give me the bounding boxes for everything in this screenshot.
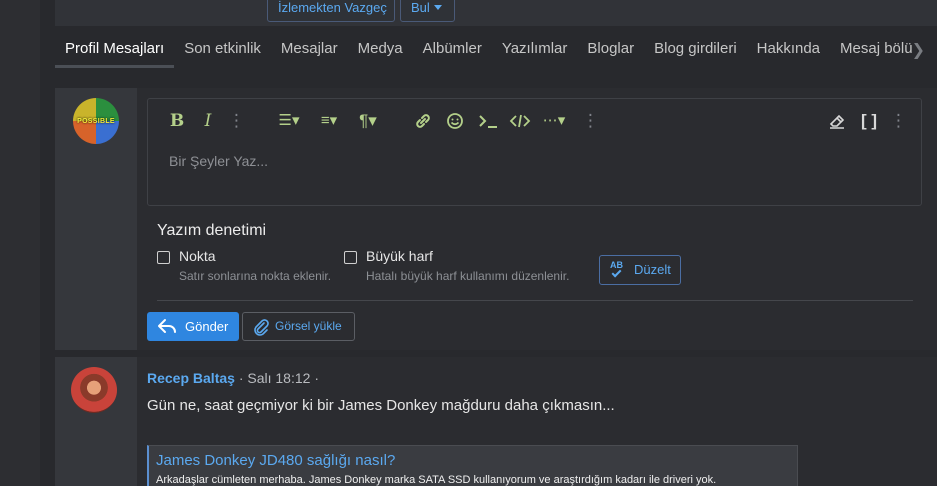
profile-header-bottom: İzlemekten Vazgeç Bul [55,0,937,26]
divider [157,300,913,301]
paperclip-icon [254,319,269,336]
send-button[interactable]: Gönder [147,312,239,341]
tab-software[interactable]: Yazılımlar [492,30,578,68]
author-link[interactable]: Recep Baltaş [147,370,235,386]
left-sidebar-strip [0,0,40,486]
tab-message-section[interactable]: Mesaj bölü [830,30,923,68]
caret-down-icon [433,5,442,10]
link-preview-title[interactable]: James Donkey JD480 sağlığı nasıl? [156,452,395,469]
avatar[interactable]: POSSIBLE [73,98,119,144]
tab-albums[interactable]: Albümler [413,30,492,68]
more-options-icon[interactable]: ⋯▾ [538,109,570,133]
link-preview-text: Arkadaşlar cümleten merhaba. James Donke… [156,474,717,486]
period-label: Nokta [179,248,216,264]
find-button[interactable]: Bul [400,0,455,22]
post-text: Gün ne, saat geçmiyor ki bir James Donke… [147,397,615,414]
tab-blogs[interactable]: Bloglar [577,30,644,68]
tab-recent-activity[interactable]: Son etkinlik [174,30,271,68]
unwatch-button[interactable]: İzlemekten Vazgeç [267,0,395,22]
profile-tabs: Profil Mesajları Son etkinlik Mesajlar M… [55,30,937,68]
capitalization-label: Büyük harf [366,248,433,264]
find-button-label: Bul [411,0,430,15]
rich-text-editor[interactable]: B I ⋮ ☰▾ ≡▾ ¶▾ ⋯▾ ⋮ [] ⋮ Bir Şeyler Yaz… [147,98,922,206]
period-hint: Satır sonlarına nokta eklenir. [179,269,332,283]
brackets-icon[interactable]: [ ] [858,109,880,133]
profile-page: İzlemekten Vazgeç Bul Profil Mesajları S… [55,0,937,486]
fix-button[interactable]: AB Düzelt [599,255,681,285]
more-vertical-icon[interactable]: ⋮ [228,109,245,133]
post-time[interactable]: · Salı 18:12 · [235,370,319,386]
post-meta: Recep Baltaş · Salı 18:12 · [147,370,319,386]
composer-body: B I ⋮ ☰▾ ≡▾ ¶▾ ⋯▾ ⋮ [] ⋮ Bir Şeyler Yaz… [137,88,937,350]
profile-post: Recep Baltaş · Salı 18:12 · Gün ne, saat… [55,357,937,486]
smiley-icon[interactable] [444,109,466,133]
fix-button-label: Düzelt [634,262,671,277]
tab-messages[interactable]: Mesajlar [271,30,348,68]
upload-image-button[interactable]: Görsel yükle [242,312,355,341]
align-icon[interactable]: ≡▾ [314,109,344,133]
upload-button-label: Görsel yükle [275,319,342,333]
link-preview[interactable]: James Donkey JD480 sağlığı nasıl? Arkada… [147,445,798,486]
period-checkbox[interactable] [157,251,170,264]
avatar-logo-text: POSSIBLE [77,117,115,125]
more-vertical-icon[interactable]: ⋮ [890,109,907,133]
spellcheck-title: Yazım denetimi [157,222,267,239]
tab-profile-messages[interactable]: Profil Mesajları [55,30,175,68]
editor-placeholder: Bir Şeyler Yaz... [169,153,269,169]
chevron-right-icon[interactable]: ❯ [912,40,925,60]
paragraph-icon[interactable]: ¶▾ [354,109,382,133]
capitalization-checkbox[interactable] [344,251,357,264]
post-body: Recep Baltaş · Salı 18:12 · Gün ne, saat… [137,357,937,486]
avatar[interactable] [71,367,117,413]
bold-icon[interactable]: B [168,109,186,133]
composer-avatar-column: POSSIBLE [55,88,137,350]
eraser-icon[interactable] [826,109,848,133]
tab-media[interactable]: Medya [348,30,413,68]
italic-icon[interactable]: I [200,109,216,133]
tab-about[interactable]: Hakkında [747,30,830,68]
editor-toolbar: B I ⋮ ☰▾ ≡▾ ¶▾ ⋯▾ ⋮ [] ⋮ [148,109,923,133]
profile-post-composer: POSSIBLE B I ⋮ ☰▾ ≡▾ ¶▾ ⋯▾ ⋮ [] ⋮ Bir Ş… [55,88,937,350]
reply-icon [158,319,176,333]
code-icon[interactable] [508,109,532,133]
list-icon[interactable]: ☰▾ [274,109,304,133]
send-button-label: Gönder [185,319,229,334]
terminal-icon[interactable] [476,109,500,133]
more-vertical-icon[interactable]: ⋮ [582,109,599,133]
link-icon[interactable] [412,109,434,133]
capitalization-hint: Hatalı büyük harf kullanımı düzenlenir. [366,269,570,283]
tab-blog-entries[interactable]: Blog girdileri [644,30,747,68]
